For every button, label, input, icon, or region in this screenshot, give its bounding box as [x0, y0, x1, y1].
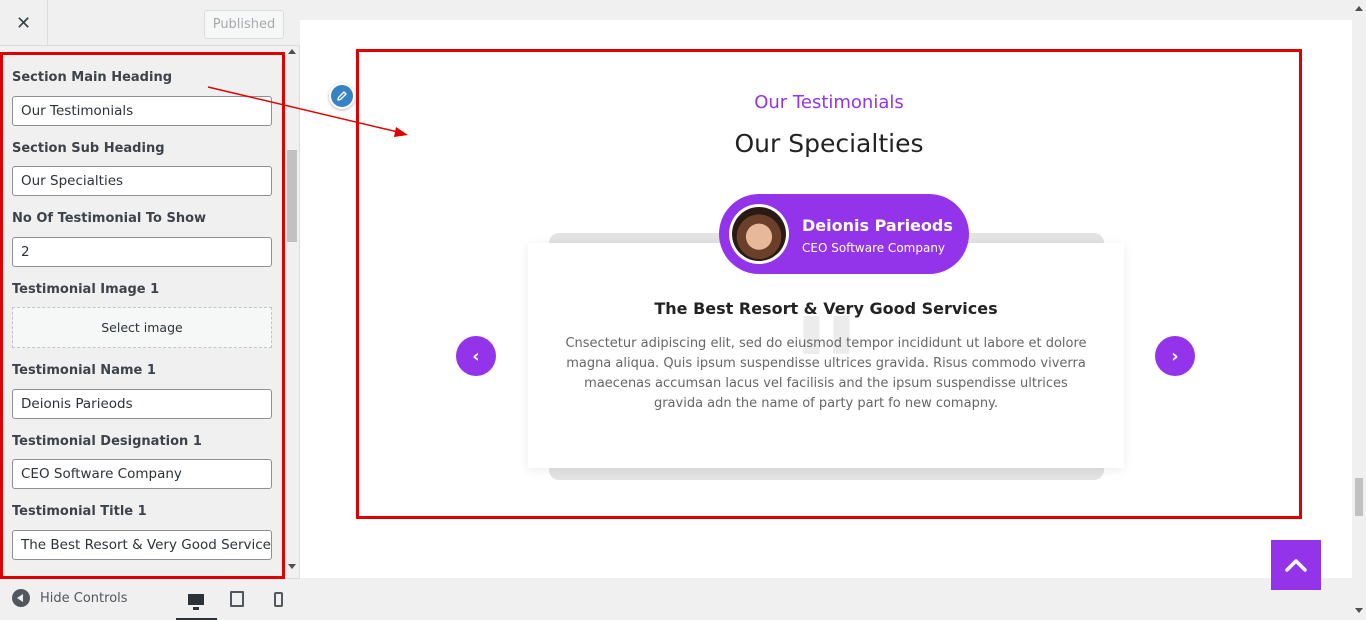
field-label-designation: Testimonial Designation 1 [12, 434, 202, 449]
testimonial-title: The Best Resort & Very Good Services [654, 299, 998, 318]
scroll-down-icon[interactable] [288, 564, 296, 569]
select-image-button[interactable]: Select image [12, 307, 272, 348]
testimonial-text: Cnsectetur adipiscing elit, sed do eiusm… [565, 336, 1087, 411]
publish-button[interactable]: Published [204, 10, 284, 39]
tablet-icon [230, 591, 244, 607]
testimonial-name: Deionis Parieods [802, 216, 953, 235]
field-label-title: Testimonial Title 1 [12, 504, 147, 519]
chevron-right-icon: › [1171, 345, 1179, 367]
hide-controls-label: Hide Controls [40, 590, 128, 606]
section-subheading: Our Specialties [734, 129, 924, 158]
customizer-footer: Hide Controls [0, 578, 300, 620]
section-heading: Our Testimonials [754, 92, 904, 113]
prev-slide-button[interactable]: ‹ [456, 336, 496, 376]
field-label-count: No Of Testimonial To Show [12, 211, 207, 226]
desktop-icon [188, 593, 204, 610]
testimonial-name-input[interactable]: Deionis Parieods [12, 389, 272, 419]
customizer-sidebar: ✕ Published Section Main Heading Our Tes… [0, 0, 300, 620]
mobile-icon [273, 591, 283, 607]
testimonial-title-input[interactable]: The Best Resort & Very Good Services [12, 530, 272, 560]
testimonial-designation: CEO Software Company [802, 241, 946, 255]
customizer-header: ✕ Published [0, 0, 300, 46]
testimonial-designation-input[interactable]: CEO Software Company [12, 459, 272, 489]
field-label-main-heading: Section Main Heading [12, 70, 173, 85]
collapse-icon [12, 589, 30, 607]
close-icon: ✕ [15, 12, 32, 34]
chevron-up-icon [1285, 559, 1307, 572]
scroll-thumb[interactable] [1355, 478, 1363, 516]
sidebar-scrollbar[interactable] [286, 46, 298, 578]
preview-scrollbar[interactable] [1352, 0, 1366, 620]
field-label-sub-heading: Section Sub Heading [12, 141, 165, 156]
controls-panel: Section Main Heading Our Testimonials Se… [0, 46, 286, 578]
scroll-up-icon[interactable] [288, 49, 296, 54]
pencil-icon [337, 91, 347, 101]
testimonial-count-input[interactable]: 2 [12, 237, 272, 267]
close-button[interactable]: ✕ [0, 0, 48, 46]
back-to-top-button[interactable] [1271, 540, 1321, 590]
main-heading-input[interactable]: Our Testimonials [12, 96, 272, 126]
sub-heading-input[interactable]: Our Specialties [12, 166, 272, 196]
desktop-preview-button[interactable] [184, 587, 208, 611]
edit-shortcut-button[interactable] [329, 83, 355, 109]
scroll-down-icon[interactable] [1355, 608, 1363, 613]
scroll-thumb[interactable] [287, 150, 297, 242]
scroll-up-icon[interactable] [1355, 6, 1363, 11]
mobile-preview-button[interactable] [266, 587, 290, 611]
chevron-left-icon: ‹ [472, 345, 480, 367]
avatar [729, 204, 789, 264]
field-label-name: Testimonial Name 1 [12, 363, 156, 378]
hide-controls-button[interactable]: Hide Controls [12, 589, 128, 607]
field-label-image: Testimonial Image 1 [12, 282, 160, 297]
avatar-photo [732, 207, 786, 261]
next-slide-button[interactable]: › [1155, 336, 1195, 376]
tablet-preview-button[interactable] [225, 587, 249, 611]
